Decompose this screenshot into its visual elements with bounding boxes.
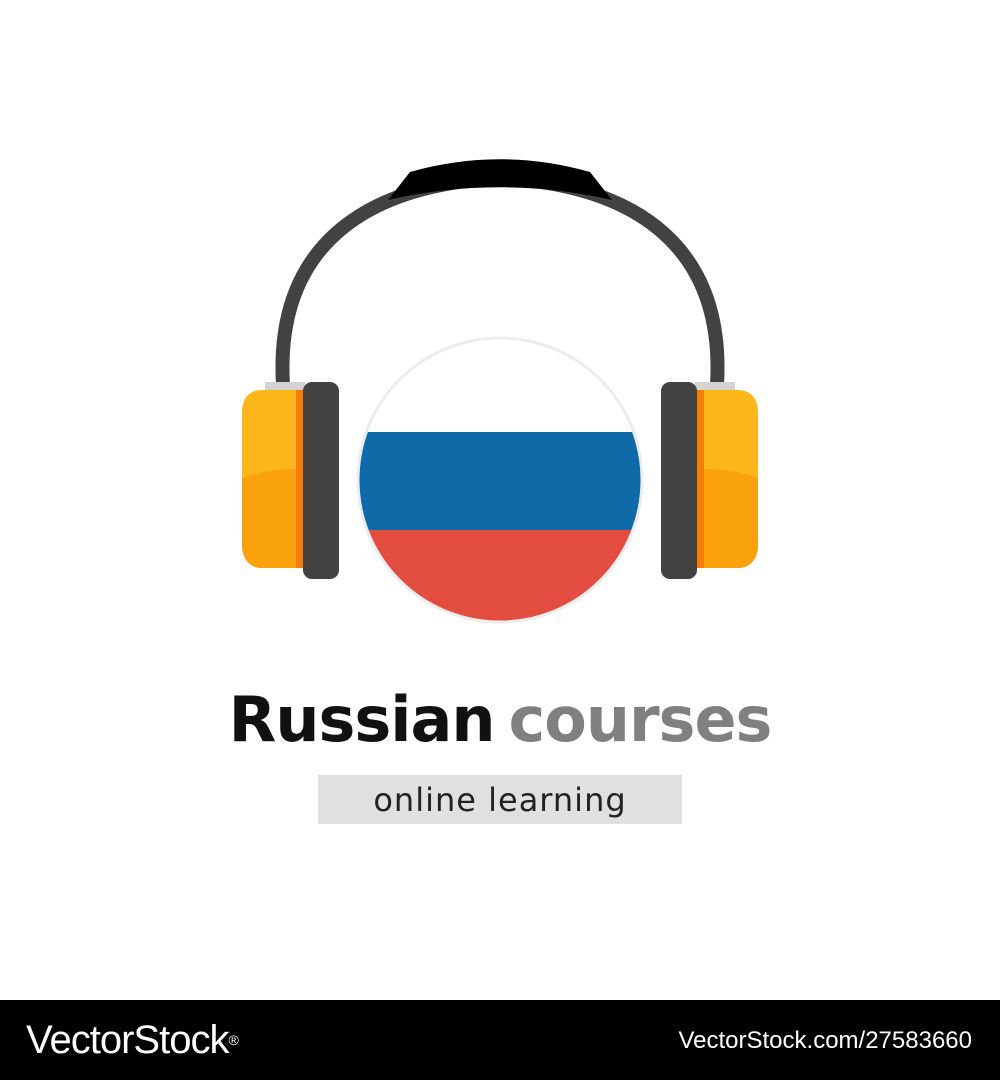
artwork-canvas: Russian courses online learning (0, 0, 1000, 1000)
vectorstock-logo: VectorStock® (26, 1016, 239, 1064)
right-earcup (661, 382, 758, 579)
russian-flag-circle (357, 337, 643, 623)
headline-word-russian: Russian (228, 683, 496, 756)
registered-mark: ® (228, 1032, 238, 1048)
vectorstock-logo-text: VectorStock (26, 1018, 229, 1062)
left-earcup (242, 382, 339, 579)
image-reference: VectorStock.com/27583660 (678, 1027, 972, 1054)
headline: Russian courses (0, 680, 1000, 760)
headline-word-courses: courses (508, 683, 773, 756)
subtitle-banner: online learning (318, 775, 682, 824)
subtitle-text: online learning (373, 780, 627, 819)
headphones-with-russian-flag-icon (242, 159, 758, 624)
watermark-footer: VectorStock® VectorStock.com/27583660 (0, 1000, 1000, 1080)
